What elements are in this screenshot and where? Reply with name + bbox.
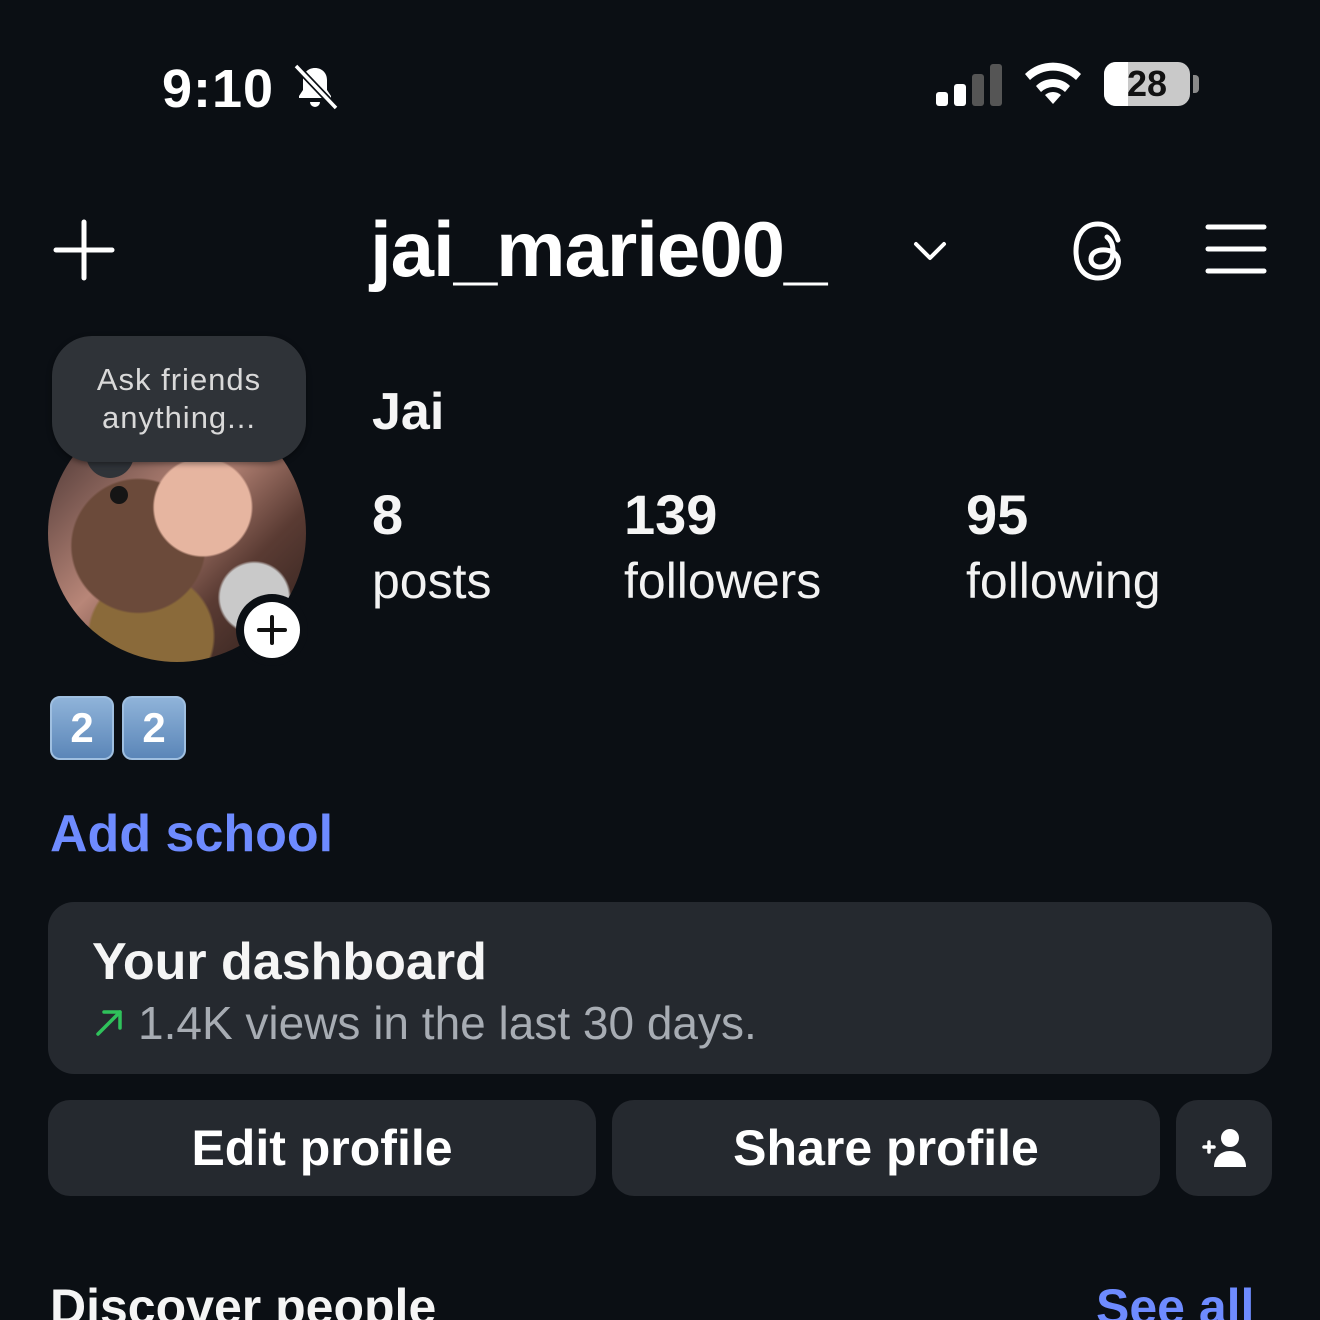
following-count: 95 bbox=[966, 483, 1029, 546]
chevron-down-icon[interactable] bbox=[910, 236, 950, 264]
edit-profile-button[interactable]: Edit profile bbox=[48, 1100, 596, 1196]
cellular-signal-icon bbox=[936, 64, 1002, 106]
followers-label: followers bbox=[624, 553, 822, 609]
wifi-icon bbox=[1025, 62, 1081, 104]
add-story-plus-icon bbox=[244, 602, 300, 658]
battery-tip bbox=[1193, 75, 1199, 93]
dashboard-subtitle: 1.4K views in the last 30 days. bbox=[138, 997, 757, 1049]
battery-level: 28 bbox=[1126, 63, 1168, 104]
bell-slash-icon bbox=[293, 63, 339, 111]
discover-people-title: Discover people bbox=[50, 1279, 437, 1320]
add-person-icon bbox=[1202, 1129, 1246, 1167]
plus-icon[interactable] bbox=[52, 218, 116, 282]
bio-keycap-1: 2 bbox=[50, 696, 114, 760]
dashboard-card[interactable]: Your dashboard 1.4K views in the last 30… bbox=[48, 902, 1272, 1074]
add-story-button[interactable] bbox=[236, 594, 308, 666]
note-bubble-line1: Ask friends bbox=[96, 362, 262, 397]
display-name: Jai bbox=[372, 383, 445, 441]
dashboard-title: Your dashboard bbox=[92, 933, 487, 991]
username-switcher[interactable]: jai_marie00_ bbox=[370, 204, 827, 295]
note-bubble-line2: anything... bbox=[101, 400, 257, 435]
share-profile-button[interactable]: Share profile bbox=[612, 1100, 1160, 1196]
posts-label: posts bbox=[372, 553, 492, 609]
following-stat[interactable]: 95 following bbox=[966, 482, 1161, 614]
threads-icon[interactable] bbox=[1072, 218, 1134, 284]
posts-count: 8 bbox=[372, 483, 404, 546]
following-label: following bbox=[966, 553, 1161, 609]
note-bubble[interactable]: Ask friends anything... bbox=[52, 336, 306, 462]
status-time: 9:10 bbox=[162, 59, 275, 119]
battery-icon: 28 bbox=[1104, 62, 1190, 106]
note-bubble-dot bbox=[110, 486, 128, 504]
trend-up-arrow-icon bbox=[96, 1010, 122, 1036]
followers-count: 139 bbox=[624, 483, 718, 546]
discover-people-toggle-button[interactable] bbox=[1176, 1100, 1272, 1196]
followers-stat[interactable]: 139 followers bbox=[624, 482, 821, 614]
see-all-link[interactable]: See all bbox=[1096, 1278, 1254, 1320]
add-school-link[interactable]: Add school bbox=[50, 804, 333, 864]
bio-keycap-2: 2 bbox=[122, 696, 186, 760]
dashboard-subtitle-row: 1.4K views in the last 30 days. bbox=[92, 996, 757, 1050]
menu-icon[interactable] bbox=[1204, 222, 1268, 276]
posts-stat[interactable]: 8 posts bbox=[372, 482, 492, 614]
